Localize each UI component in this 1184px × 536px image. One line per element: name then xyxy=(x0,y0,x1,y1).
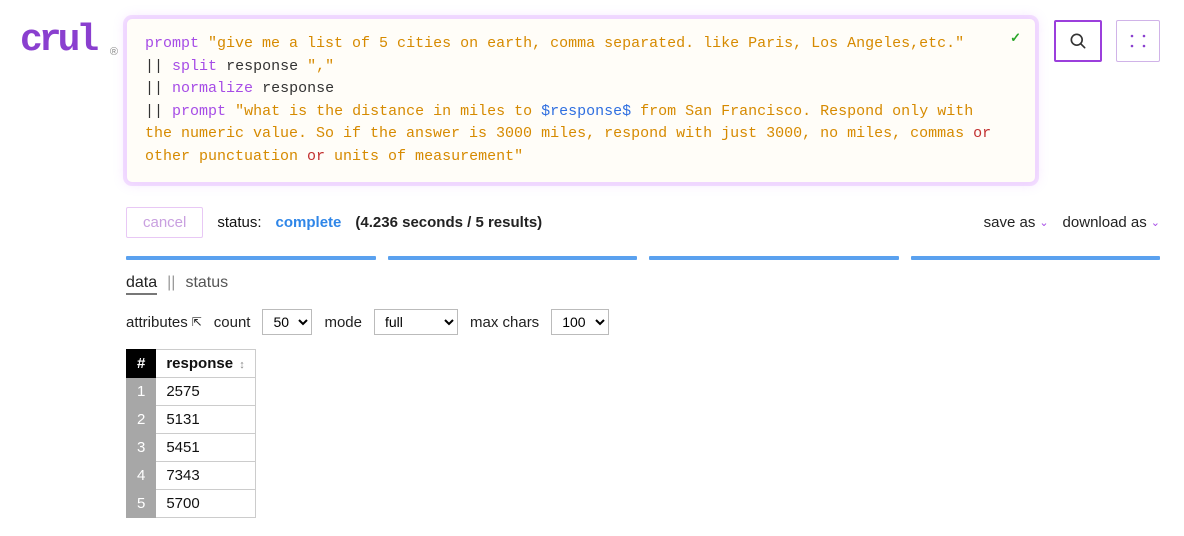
pipe-op: || xyxy=(145,80,163,97)
collapse-icon: ⇱ xyxy=(192,315,202,329)
pipe-op: || xyxy=(145,103,163,120)
row-value[interactable]: 5131 xyxy=(156,406,255,434)
tab-separator: || xyxy=(167,274,175,292)
fullscreen-button[interactable] xyxy=(1116,20,1160,62)
table-row: 4 7343 xyxy=(127,462,256,490)
keyword-normalize: normalize xyxy=(172,80,253,97)
chevron-down-icon: ⌄ xyxy=(1039,216,1048,229)
chevron-down-icon: ⌄ xyxy=(1151,216,1160,229)
sort-icon: ↕ xyxy=(239,359,245,371)
tab-data[interactable]: data xyxy=(126,274,157,295)
string-literal: other punctuation xyxy=(145,148,307,165)
registered-mark: ® xyxy=(110,46,118,58)
valid-check-icon: ✓ xyxy=(1010,29,1021,49)
logo: crul ® xyxy=(20,18,108,60)
table-row: 3 5451 xyxy=(127,434,256,462)
row-index: 1 xyxy=(127,378,156,406)
row-value[interactable]: 5451 xyxy=(156,434,255,462)
response-header[interactable]: response ↕ xyxy=(156,350,255,378)
arg: response xyxy=(262,80,334,97)
attributes-toggle[interactable]: attributes ⇱ xyxy=(126,314,202,331)
keyword-prompt: prompt xyxy=(172,103,226,120)
search-icon xyxy=(1068,31,1088,51)
fullscreen-icon xyxy=(1129,33,1147,49)
row-index: 5 xyxy=(127,490,156,518)
row-value[interactable]: 2575 xyxy=(156,378,255,406)
cancel-button[interactable]: cancel xyxy=(126,207,203,238)
search-button[interactable] xyxy=(1054,20,1102,62)
pipe-op: || xyxy=(145,58,163,75)
mode-select[interactable]: full xyxy=(374,309,458,335)
keyword-split: split xyxy=(172,58,217,75)
status-timing: (4.236 seconds / 5 results) xyxy=(355,214,542,231)
progress-blocks xyxy=(126,256,1160,260)
op-or: or xyxy=(973,125,991,142)
maxchars-label: max chars xyxy=(470,314,539,331)
table-row: 5 5700 xyxy=(127,490,256,518)
tab-status[interactable]: status xyxy=(185,274,228,292)
index-header[interactable]: # xyxy=(127,350,156,378)
keyword-prompt: prompt xyxy=(145,35,199,52)
string-literal: "what is the distance in miles to xyxy=(235,103,541,120)
variable: $response$ xyxy=(541,103,631,120)
status-value: complete xyxy=(276,214,342,231)
mode-label: mode xyxy=(324,314,362,331)
count-label: count xyxy=(214,314,251,331)
table-row: 1 2575 xyxy=(127,378,256,406)
status-label: status: xyxy=(217,214,261,231)
row-value[interactable]: 5700 xyxy=(156,490,255,518)
results-table: # response ↕ 1 2575 2 5131 3 5451 4 xyxy=(126,349,256,518)
query-editor[interactable]: ✓ prompt "give me a list of 5 cities on … xyxy=(126,18,1036,183)
row-index: 2 xyxy=(127,406,156,434)
op-or: or xyxy=(307,148,325,165)
string-literal: "give me a list of 5 cities on earth, co… xyxy=(208,35,964,52)
string-literal: units of measurement" xyxy=(325,148,523,165)
download-as-dropdown[interactable]: download as ⌄ xyxy=(1063,214,1160,231)
maxchars-select[interactable]: 100 xyxy=(551,309,609,335)
string-literal: "," xyxy=(307,58,334,75)
row-value[interactable]: 7343 xyxy=(156,462,255,490)
table-row: 2 5131 xyxy=(127,406,256,434)
count-select[interactable]: 50 xyxy=(262,309,312,335)
save-as-dropdown[interactable]: save as ⌄ xyxy=(984,214,1049,231)
row-index: 4 xyxy=(127,462,156,490)
row-index: 3 xyxy=(127,434,156,462)
arg: response xyxy=(226,58,298,75)
